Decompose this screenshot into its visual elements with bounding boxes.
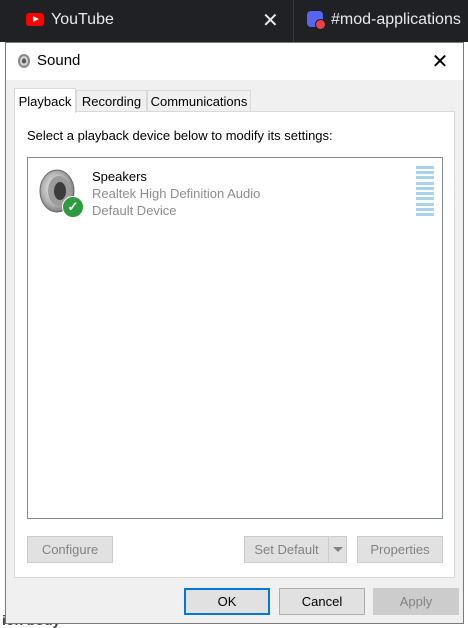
browser-tab-youtube[interactable]: YouTube ✕: [0, 0, 294, 42]
sound-dialog: Sound ✕ Playback Recording Communication…: [5, 42, 464, 624]
set-default-button[interactable]: Set Default: [244, 536, 328, 563]
browser-tab-discord[interactable]: #mod-applications: [295, 0, 468, 42]
default-check-icon: ✓: [62, 196, 84, 218]
title-bar[interactable]: Sound ✕: [6, 43, 463, 80]
tab-recording[interactable]: Recording: [76, 90, 147, 111]
ok-button[interactable]: OK: [184, 588, 270, 615]
dialog-title: Sound: [37, 52, 81, 69]
device-name: Speakers: [92, 169, 147, 184]
tab-communications[interactable]: Communications: [147, 90, 251, 111]
cancel-button[interactable]: Cancel: [279, 588, 365, 615]
list-item[interactable]: ✓ Speakers Realtek High Definition Audio…: [34, 166, 436, 226]
tab-playback[interactable]: Playback: [14, 88, 76, 113]
device-list[interactable]: ✓ Speakers Realtek High Definition Audio…: [27, 157, 443, 519]
youtube-icon: [26, 13, 44, 26]
browser-tab-strip: YouTube ✕ #mod-applications: [0, 0, 468, 42]
set-default-dropdown-button[interactable]: [328, 536, 347, 563]
properties-button[interactable]: Properties: [357, 536, 443, 563]
tab-title: YouTube: [51, 11, 114, 28]
close-icon: ✕: [431, 51, 449, 73]
volume-level-meter: [416, 166, 434, 216]
device-driver: Realtek High Definition Audio: [92, 186, 261, 201]
device-status: Default Device: [92, 203, 177, 218]
close-tab-icon[interactable]: ✕: [262, 8, 279, 33]
apply-button[interactable]: Apply: [373, 588, 459, 615]
configure-button[interactable]: Configure: [27, 536, 113, 563]
playback-panel: Select a playback device below to modify…: [14, 111, 455, 578]
tab-title: #mod-applications: [331, 11, 461, 28]
close-button[interactable]: ✕: [417, 43, 463, 80]
discord-icon: [307, 11, 326, 30]
chevron-down-icon: [332, 547, 343, 552]
instruction-text: Select a playback device below to modify…: [27, 128, 333, 143]
speaker-icon: [18, 54, 30, 68]
